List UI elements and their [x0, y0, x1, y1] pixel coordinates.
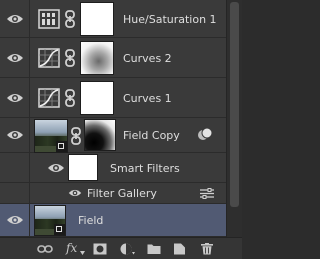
- layer-mask-thumbnail[interactable]: [80, 81, 114, 115]
- layers-panel: Hue/Saturation 1 Curves 2 Curves 1 Field…: [0, 0, 242, 259]
- fx-icon[interactable]: fx: [66, 241, 77, 255]
- visibility-eye-icon[interactable]: [68, 188, 82, 198]
- row-divider: [29, 118, 30, 152]
- curves-icon: [38, 48, 60, 68]
- visibility-eye-icon[interactable]: [47, 162, 65, 174]
- layer-thumbnail[interactable]: [34, 119, 68, 153]
- row-divider: [29, 183, 30, 203]
- layer-name: Smart Filters: [110, 162, 180, 175]
- blending-options-icon[interactable]: [199, 188, 215, 199]
- layer-mask-thumbnail[interactable]: [84, 119, 116, 151]
- layers-footer-toolbar: fx: [0, 237, 242, 259]
- link-icon[interactable]: [37, 243, 53, 255]
- mask-link-icon[interactable]: [64, 89, 76, 107]
- visibility-eye-icon[interactable]: [6, 129, 24, 141]
- row-divider: [29, 38, 30, 77]
- add-mask-icon[interactable]: [93, 243, 107, 255]
- visibility-eye-icon[interactable]: [6, 92, 24, 104]
- row-divider: [29, 153, 30, 182]
- layer-row-field-copy[interactable]: Field Copy: [0, 118, 226, 153]
- layer-name: Curves 1: [123, 92, 172, 105]
- mask-link-icon[interactable]: [64, 10, 76, 28]
- row-divider: [29, 0, 30, 37]
- curves-icon: [38, 88, 60, 108]
- smart-filter-mask-thumbnail[interactable]: [68, 154, 98, 181]
- layer-name: Field: [78, 214, 104, 227]
- layer-mask-thumbnail[interactable]: [80, 41, 114, 75]
- fx-dropdown-icon[interactable]: [80, 251, 85, 255]
- mask-link-icon[interactable]: [70, 127, 82, 145]
- adjustment-icon[interactable]: [120, 243, 136, 255]
- layer-row-curves-1[interactable]: Curves 1: [0, 78, 226, 118]
- hue-saturation-icon: [38, 9, 60, 29]
- visibility-eye-icon[interactable]: [6, 214, 24, 226]
- scrollbar-thumb[interactable]: [230, 2, 239, 207]
- smart-filters-indicator-icon[interactable]: [197, 127, 213, 141]
- smart-object-badge-icon: [54, 224, 65, 235]
- new-layer-icon[interactable]: [173, 243, 187, 255]
- group-folder-icon[interactable]: [147, 243, 161, 255]
- layers-scrollbar[interactable]: [226, 0, 242, 237]
- layer-row-filter-gallery[interactable]: Filter Gallery: [0, 183, 226, 204]
- layer-row-curves-2[interactable]: Curves 2: [0, 38, 226, 78]
- row-divider: [29, 204, 30, 236]
- visibility-eye-icon[interactable]: [6, 52, 24, 64]
- layer-name: Filter Gallery: [87, 187, 157, 200]
- layer-row-smart-filters[interactable]: Smart Filters: [0, 153, 226, 183]
- layer-mask-thumbnail[interactable]: [80, 2, 114, 36]
- layer-row-field[interactable]: Field: [0, 204, 226, 237]
- layer-name: Curves 2: [123, 52, 172, 65]
- visibility-eye-icon[interactable]: [6, 13, 24, 25]
- layer-name: Field Copy: [123, 129, 180, 142]
- mask-link-icon[interactable]: [64, 49, 76, 67]
- layer-row-hue-saturation[interactable]: Hue/Saturation 1: [0, 0, 226, 38]
- trash-icon[interactable]: [200, 243, 214, 255]
- layer-thumbnail[interactable]: [34, 205, 66, 236]
- layer-name: Hue/Saturation 1: [123, 13, 217, 26]
- row-divider: [29, 78, 30, 117]
- smart-object-badge-icon: [56, 141, 67, 152]
